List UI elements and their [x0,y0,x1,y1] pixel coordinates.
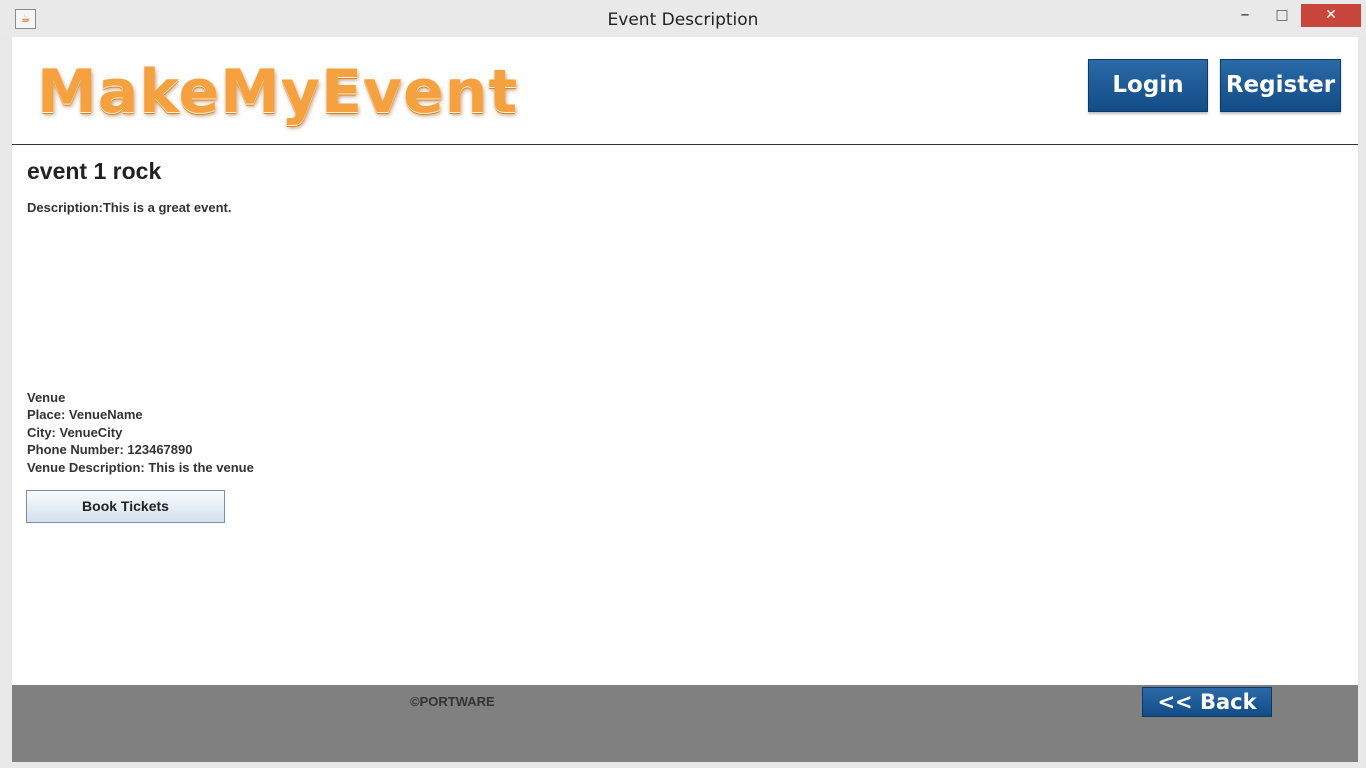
venue-phone: Phone Number: 123467890 [27,442,193,458]
app-window: ☕ Event Description – □ ✕ MakeMyEvent Lo… [0,0,1366,768]
minimize-button[interactable]: – [1231,5,1259,27]
header: MakeMyEvent Login Register [12,37,1358,145]
footer: ©PORTWARE << Back [12,685,1358,762]
book-tickets-button[interactable]: Book Tickets [26,490,225,523]
back-button[interactable]: << Back [1142,687,1272,717]
venue-description: Venue Description: This is the venue [27,459,254,475]
copyright-text: ©PORTWARE [410,694,495,709]
register-button[interactable]: Register [1220,59,1341,112]
close-button[interactable]: ✕ [1301,4,1361,27]
window-title: Event Description [607,10,759,30]
title-bar[interactable]: ☕ Event Description – □ ✕ [0,0,1366,38]
event-title: event 1 rock [27,158,162,184]
venue-city: City: VenueCity [27,424,123,440]
venue-details: Venue Place: VenueName City: VenueCity P… [27,389,254,476]
maximize-button[interactable]: □ [1268,5,1296,27]
venue-heading: Venue [27,390,66,405]
content-panel: MakeMyEvent Login Register event 1 rock … [12,37,1358,762]
event-description: Description:This is a great event. [27,200,232,215]
logo: MakeMyEvent [37,57,519,127]
login-button[interactable]: Login [1088,59,1208,112]
venue-place: Place: VenueName [27,407,143,423]
